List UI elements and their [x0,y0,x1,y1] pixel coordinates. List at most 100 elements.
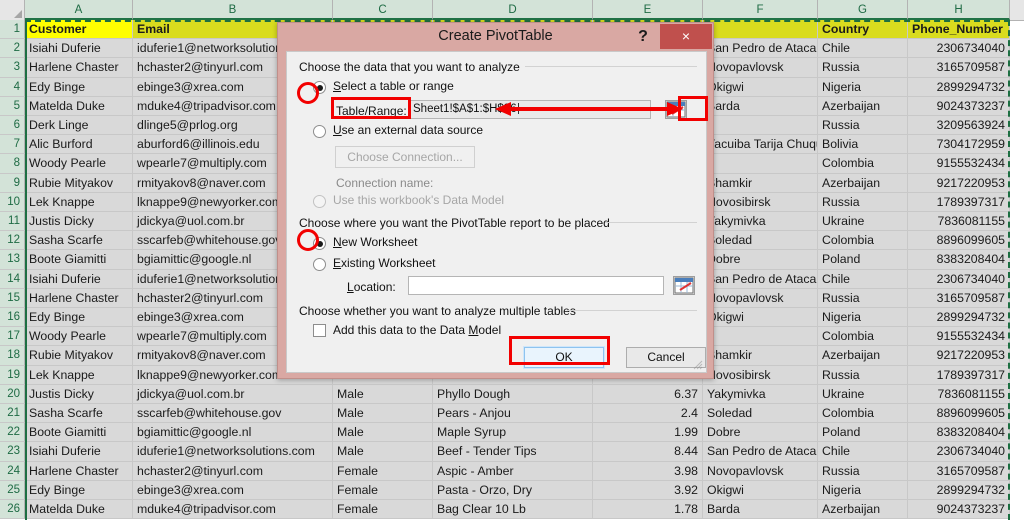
cell-g10[interactable]: Russia [818,192,908,212]
cell-f5[interactable]: Barda [703,96,818,116]
cell-h2[interactable]: 2306734040 [908,39,1010,59]
cell-g5[interactable]: Azerbaijan [818,96,908,116]
cell-a15[interactable]: Harlene Chaster [25,288,133,308]
cell-g25[interactable]: Nigeria [818,480,908,500]
cell-g21[interactable]: Colombia [818,404,908,424]
cell-e23[interactable]: 8.44 [593,442,703,462]
cell-g24[interactable]: Russia [818,461,908,481]
cell-f14[interactable]: San Pedro de Atacama [703,269,818,289]
cell-c22[interactable]: Male [333,423,433,443]
cell-f9[interactable]: Shamkir [703,173,818,193]
row-header-23[interactable]: 23 [0,442,25,462]
cell-h24[interactable]: 3165709587 [908,461,1010,481]
cell-d20[interactable]: Phyllo Dough [433,384,593,404]
table-header-cell[interactable]: Phone_Number [908,20,1010,40]
cell-e26[interactable]: 1.78 [593,500,703,520]
radio-existing-worksheet[interactable] [313,258,326,271]
cell-a20[interactable]: Justis Dicky [25,384,133,404]
row-header-21[interactable]: 21 [0,404,25,424]
cell-b26[interactable]: mduke4@tripadvisor.com [133,500,333,520]
cell-e24[interactable]: 3.98 [593,461,703,481]
cell-a6[interactable]: Derk Linge [25,116,133,136]
cell-g16[interactable]: Nigeria [818,308,908,328]
cell-a12[interactable]: Sasha Scarfe [25,231,133,251]
row-header-24[interactable]: 24 [0,461,25,481]
cell-f13[interactable]: Dobre [703,250,818,270]
cell-c20[interactable]: Male [333,384,433,404]
cell-c23[interactable]: Male [333,442,433,462]
cell-h23[interactable]: 2306734040 [908,442,1010,462]
resize-grip-icon[interactable] [693,360,703,370]
cell-g18[interactable]: Azerbaijan [818,346,908,366]
row-header-3[interactable]: 3 [0,58,25,78]
column-header-f[interactable]: F [703,0,818,20]
cell-g8[interactable]: Colombia [818,154,908,174]
cell-a23[interactable]: Isiahi Duferie [25,442,133,462]
cell-h5[interactable]: 9024373237 [908,96,1010,116]
cell-g11[interactable]: Ukraine [818,212,908,232]
cell-c21[interactable]: Male [333,404,433,424]
cell-f6[interactable] [703,116,818,136]
cell-h15[interactable]: 3165709587 [908,288,1010,308]
cell-g9[interactable]: Azerbaijan [818,173,908,193]
cell-g20[interactable]: Ukraine [818,384,908,404]
location-input[interactable] [408,276,664,295]
cell-e25[interactable]: 3.92 [593,480,703,500]
cell-c25[interactable]: Female [333,480,433,500]
cell-a8[interactable]: Woody Pearle [25,154,133,174]
cell-a26[interactable]: Matelda Duke [25,500,133,520]
cell-b23[interactable]: iduferie1@networksolutions.com [133,442,333,462]
cell-f16[interactable]: Okigwi [703,308,818,328]
cell-f10[interactable]: Novosibirsk [703,192,818,212]
cell-f26[interactable]: Barda [703,500,818,520]
cell-b22[interactable]: bgiamittic@google.nl [133,423,333,443]
cell-a7[interactable]: Alic Burford [25,135,133,155]
cell-g22[interactable]: Poland [818,423,908,443]
cell-g23[interactable]: Chile [818,442,908,462]
cell-h22[interactable]: 8383208404 [908,423,1010,443]
column-header-d[interactable]: D [433,0,593,20]
location-range-selector-icon[interactable] [673,276,695,295]
cell-a11[interactable]: Justis Dicky [25,212,133,232]
row-header-5[interactable]: 5 [0,96,25,116]
cell-f8[interactable] [703,154,818,174]
help-icon[interactable]: ? [630,25,656,49]
select-all-corner[interactable] [0,0,25,20]
cell-a19[interactable]: Lek Knappe [25,365,133,385]
cell-h21[interactable]: 8896099605 [908,404,1010,424]
row-header-18[interactable]: 18 [0,346,25,366]
table-header-cell[interactable]: Customer [25,20,133,40]
close-icon[interactable]: × [660,24,712,49]
table-header-cell[interactable]: Country [818,20,908,40]
cell-g17[interactable]: Colombia [818,327,908,347]
cell-c26[interactable]: Female [333,500,433,520]
cell-g14[interactable]: Chile [818,269,908,289]
cell-h13[interactable]: 8383208404 [908,250,1010,270]
cell-g26[interactable]: Azerbaijan [818,500,908,520]
cell-d23[interactable]: Beef - Tender Tips [433,442,593,462]
cell-d25[interactable]: Pasta - Orzo, Dry [433,480,593,500]
cell-f18[interactable]: Shamkir [703,346,818,366]
column-header-c[interactable]: C [333,0,433,20]
column-header-a[interactable]: A [25,0,133,20]
cell-f17[interactable] [703,327,818,347]
row-header-10[interactable]: 10 [0,192,25,212]
radio-workbook-data-model[interactable] [313,195,326,208]
row-header-2[interactable]: 2 [0,39,25,59]
cell-h8[interactable]: 9155532434 [908,154,1010,174]
cell-f15[interactable]: Novopavlovsk [703,288,818,308]
table-header-cell[interactable] [703,20,818,40]
cell-a5[interactable]: Matelda Duke [25,96,133,116]
row-header-19[interactable]: 19 [0,365,25,385]
cell-d22[interactable]: Maple Syrup [433,423,593,443]
row-header-11[interactable]: 11 [0,212,25,232]
cell-h9[interactable]: 9217220953 [908,173,1010,193]
cell-h20[interactable]: 7836081155 [908,384,1010,404]
cell-h4[interactable]: 2899294732 [908,77,1010,97]
cell-a2[interactable]: Isiahi Duferie [25,39,133,59]
cell-f25[interactable]: Okigwi [703,480,818,500]
row-header-12[interactable]: 12 [0,231,25,251]
cell-h17[interactable]: 9155532434 [908,327,1010,347]
cell-h10[interactable]: 1789397317 [908,192,1010,212]
cell-d26[interactable]: Bag Clear 10 Lb [433,500,593,520]
